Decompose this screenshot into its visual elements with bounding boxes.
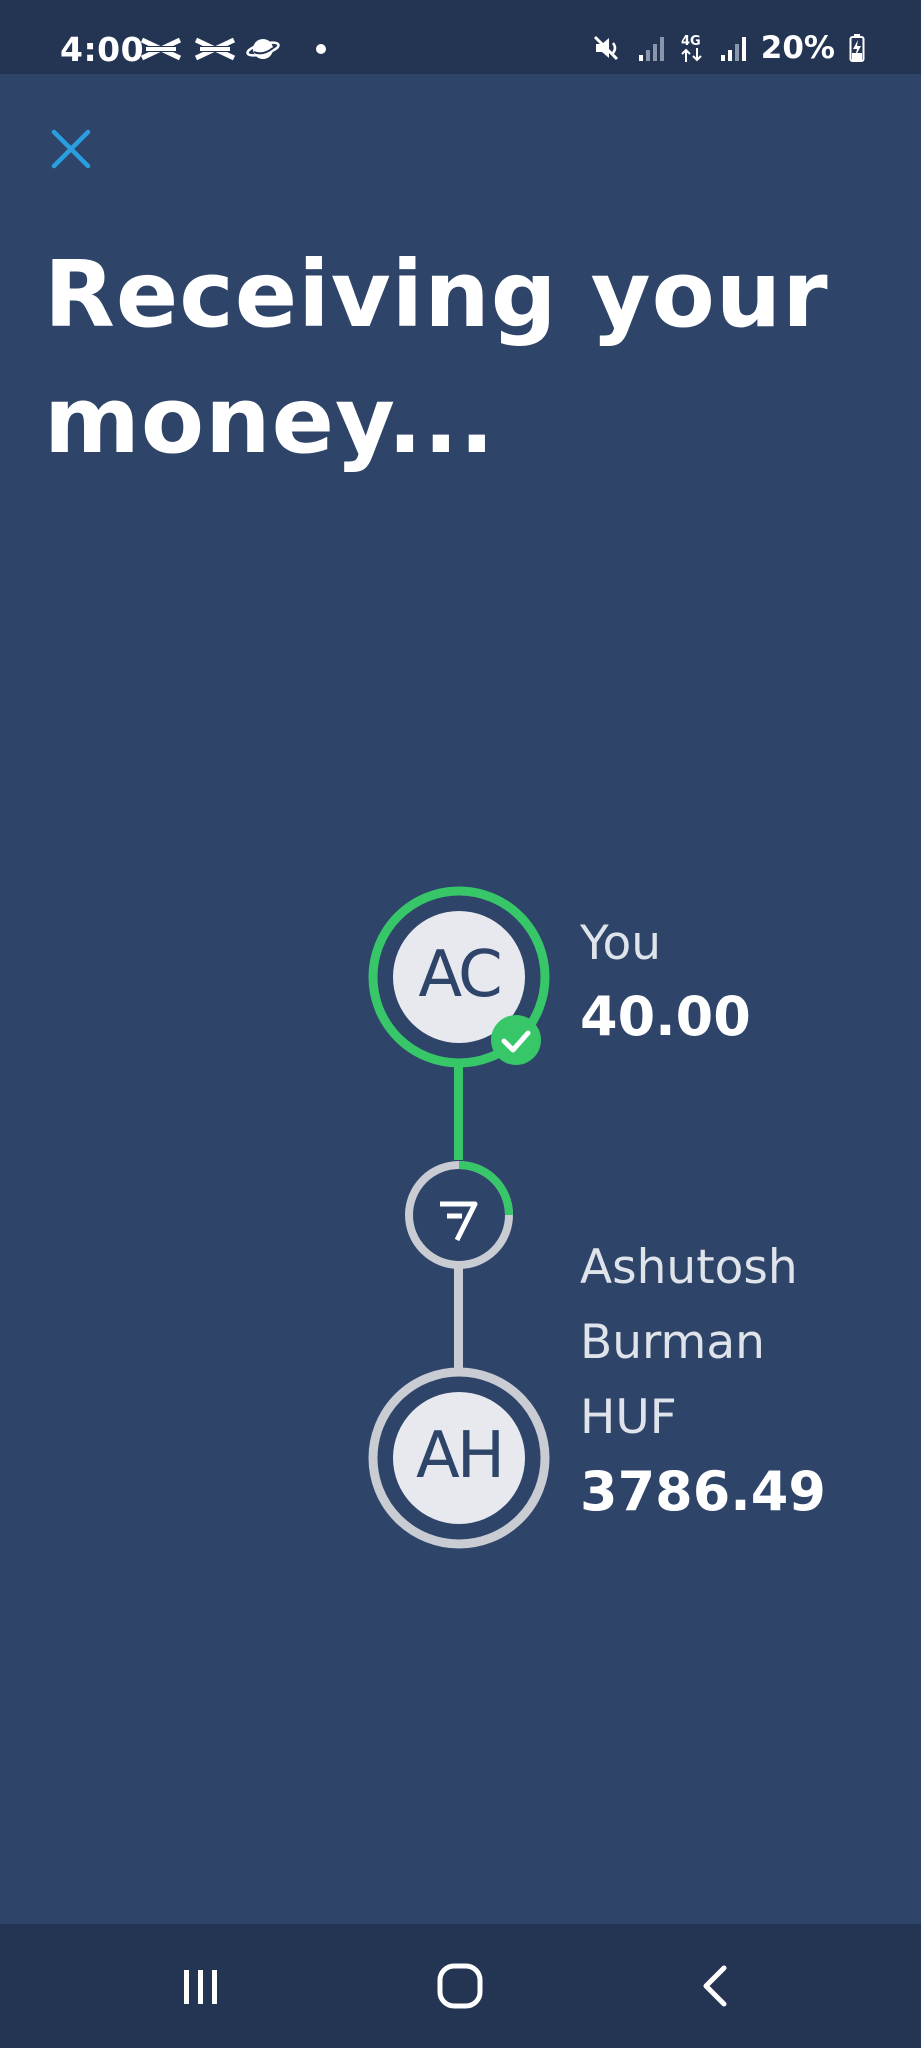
svg-text:4G: 4G [681, 34, 701, 49]
back-icon [703, 1965, 727, 2007]
notification-dot [316, 44, 326, 54]
status-bar: 4:00 4G 20% [0, 0, 921, 74]
signal-icon [719, 33, 747, 63]
recipient-avatar-bg [393, 1392, 525, 1524]
recipient-name-line1: Ashutosh [580, 1240, 798, 1295]
sender-avatar-bg [393, 911, 525, 1043]
recipient-initials: AH [416, 1419, 505, 1493]
network-type-icon: 4G [679, 32, 705, 64]
close-icon [51, 129, 91, 169]
system-icons: 4G 20% [593, 30, 865, 66]
planet-icon [246, 36, 280, 62]
sender-amount: 40.00 [580, 985, 751, 1048]
close-button[interactable] [46, 124, 96, 174]
sender-ring [368, 886, 550, 1068]
status-time: 4:00 [60, 30, 145, 69]
page-title: Receiving your money... [44, 241, 829, 474]
halifax-icon [138, 37, 184, 61]
signal-icon [637, 33, 665, 63]
notification-icons [138, 36, 326, 62]
recipient-currency: HUF [580, 1390, 677, 1445]
mute-icon [593, 33, 623, 63]
sender-label: You [580, 916, 662, 971]
navigation-bar [0, 1924, 921, 2048]
provider-progress-arc [458, 1161, 513, 1216]
recipient-amount: 3786.49 [580, 1460, 826, 1523]
recent-apps-icon [184, 1970, 217, 2004]
home-icon [437, 1963, 483, 2009]
halifax-icon [192, 37, 238, 61]
sender-initials: AC [418, 938, 502, 1012]
check-icon [501, 1030, 531, 1053]
wise-logo-icon [440, 1201, 478, 1242]
recipient-ring [368, 1367, 550, 1549]
screen: 4:00 4G 20% Receiving your money... AC A… [0, 0, 921, 2048]
battery-percentage: 20% [760, 30, 835, 66]
provider-ring [405, 1161, 513, 1269]
recipient-name-line2: Burman [580, 1315, 765, 1370]
connector-complete [454, 1060, 463, 1160]
back-button[interactable] [676, 1954, 756, 2018]
recent-apps-button[interactable] [160, 1954, 240, 2018]
connector-pending [454, 1268, 463, 1370]
battery-charging-icon [849, 33, 865, 63]
check-badge [491, 1015, 541, 1065]
home-button[interactable] [420, 1954, 500, 2018]
